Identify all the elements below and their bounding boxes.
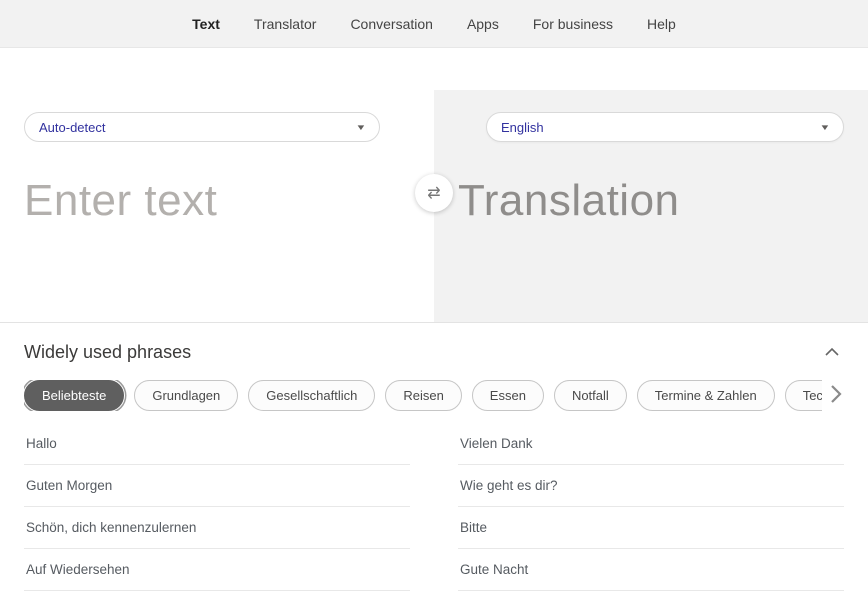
collapse-section-button[interactable]	[820, 341, 844, 364]
source-language-dropdown[interactable]: Auto-detect ▼	[24, 112, 380, 142]
category-termine-zahlen[interactable]: Termine & Zahlen	[637, 380, 775, 411]
phrase-item[interactable]: Auf Wiedersehen	[24, 549, 410, 591]
phrase-item[interactable]: Schön, dich kennenzulernen	[24, 507, 410, 549]
chevron-up-icon	[824, 347, 840, 357]
phrase-grid: Hallo Guten Morgen Schön, dich kennenzul…	[24, 423, 844, 591]
chevron-down-icon: ▼	[355, 123, 366, 132]
phrase-item[interactable]: Hallo	[24, 423, 410, 465]
tab-help[interactable]: Help	[630, 0, 693, 48]
phrase-column-left: Hallo Guten Morgen Schön, dich kennenzul…	[24, 423, 410, 591]
phrase-item[interactable]: Gute Nacht	[458, 549, 844, 591]
source-panel: Auto-detect ▼ Enter text	[0, 90, 434, 322]
widely-used-phrases-section: Widely used phrases Beliebteste Grundlag…	[0, 322, 868, 591]
category-gesellschaftlich[interactable]: Gesellschaftlich	[248, 380, 375, 411]
category-reisen[interactable]: Reisen	[385, 380, 461, 411]
phrases-title: Widely used phrases	[24, 342, 191, 363]
target-language-label: English	[501, 120, 544, 135]
tab-for-business[interactable]: For business	[516, 0, 630, 48]
phrase-item[interactable]: Wie geht es dir?	[458, 465, 844, 507]
phrase-item[interactable]: Guten Morgen	[24, 465, 410, 507]
tab-conversation[interactable]: Conversation	[333, 0, 450, 48]
translation-output-placeholder: Translation	[458, 176, 844, 226]
scroll-categories-right-button[interactable]	[828, 382, 844, 409]
category-technologie[interactable]: Technologie	[785, 380, 822, 411]
top-navigation: Text Translator Conversation Apps For bu…	[0, 0, 868, 48]
tab-text[interactable]: Text	[175, 0, 237, 48]
phrase-item[interactable]: Bitte	[458, 507, 844, 549]
category-pill-row: Beliebteste Grundlagen Gesellschaftlich …	[24, 380, 844, 411]
swap-icon: ⇄	[427, 183, 440, 203]
category-notfall[interactable]: Notfall	[554, 380, 627, 411]
swap-languages-button[interactable]: ⇄	[415, 174, 453, 212]
text-input-placeholder[interactable]: Enter text	[24, 176, 410, 226]
category-beliebteste[interactable]: Beliebteste	[24, 380, 124, 411]
category-essen[interactable]: Essen	[472, 380, 544, 411]
tab-apps[interactable]: Apps	[450, 0, 516, 48]
source-language-label: Auto-detect	[39, 120, 106, 135]
category-pill-scroller: Beliebteste Grundlagen Gesellschaftlich …	[24, 380, 822, 411]
category-grundlagen[interactable]: Grundlagen	[134, 380, 238, 411]
target-language-dropdown[interactable]: English ▼	[486, 112, 844, 142]
phrase-column-right: Vielen Dank Wie geht es dir? Bitte Gute …	[458, 423, 844, 591]
phrases-header: Widely used phrases	[24, 341, 844, 364]
translation-area: Auto-detect ▼ Enter text English ▼ Trans…	[0, 90, 868, 322]
target-panel: English ▼ Translation	[434, 90, 868, 322]
tab-translator[interactable]: Translator	[237, 0, 334, 48]
chevron-right-icon	[830, 384, 842, 404]
chevron-down-icon: ▼	[819, 123, 830, 132]
phrase-item[interactable]: Vielen Dank	[458, 423, 844, 465]
